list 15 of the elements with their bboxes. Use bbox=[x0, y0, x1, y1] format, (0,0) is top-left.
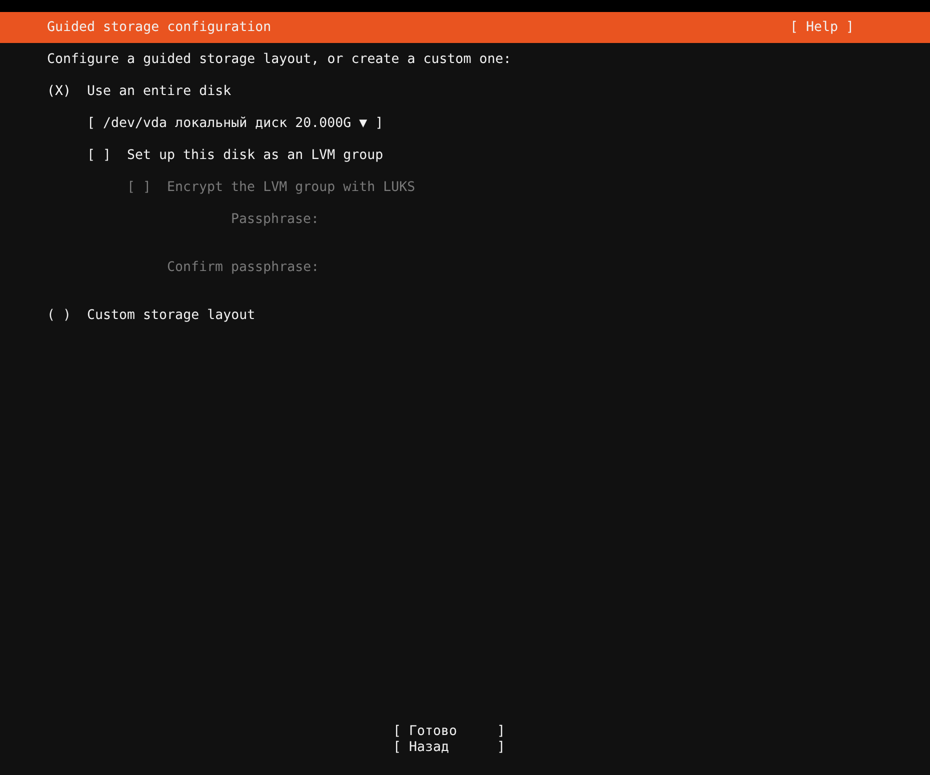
checkbox[interactable]: [ ] bbox=[87, 148, 127, 164]
option-label: Custom storage layout bbox=[87, 308, 256, 324]
field-label: Passphrase: bbox=[230, 212, 319, 228]
field-label: Confirm passphrase: bbox=[167, 260, 319, 276]
option-label: Encrypt the LVM group with LUKS bbox=[167, 180, 416, 196]
screen-title: Guided storage configuration bbox=[47, 20, 272, 36]
disk-dropdown[interactable]: [ /dev/vda локальный диск 20.000G ▼ ] bbox=[87, 116, 384, 132]
radio-button[interactable]: ( ) bbox=[47, 308, 87, 324]
footer-button[interactable]: [ Готово ] bbox=[393, 724, 506, 740]
option-label: Set up this disk as an LVM group bbox=[127, 148, 384, 164]
checkbox: [ ] bbox=[127, 180, 152, 196]
footer-button[interactable]: [ Назад ] bbox=[393, 740, 506, 756]
option-label: Use an entire disk bbox=[87, 84, 232, 100]
instruction-text: Configure a guided storage layout, or create a custom one: bbox=[47, 52, 512, 68]
radio-button[interactable]: (X) bbox=[47, 84, 87, 100]
